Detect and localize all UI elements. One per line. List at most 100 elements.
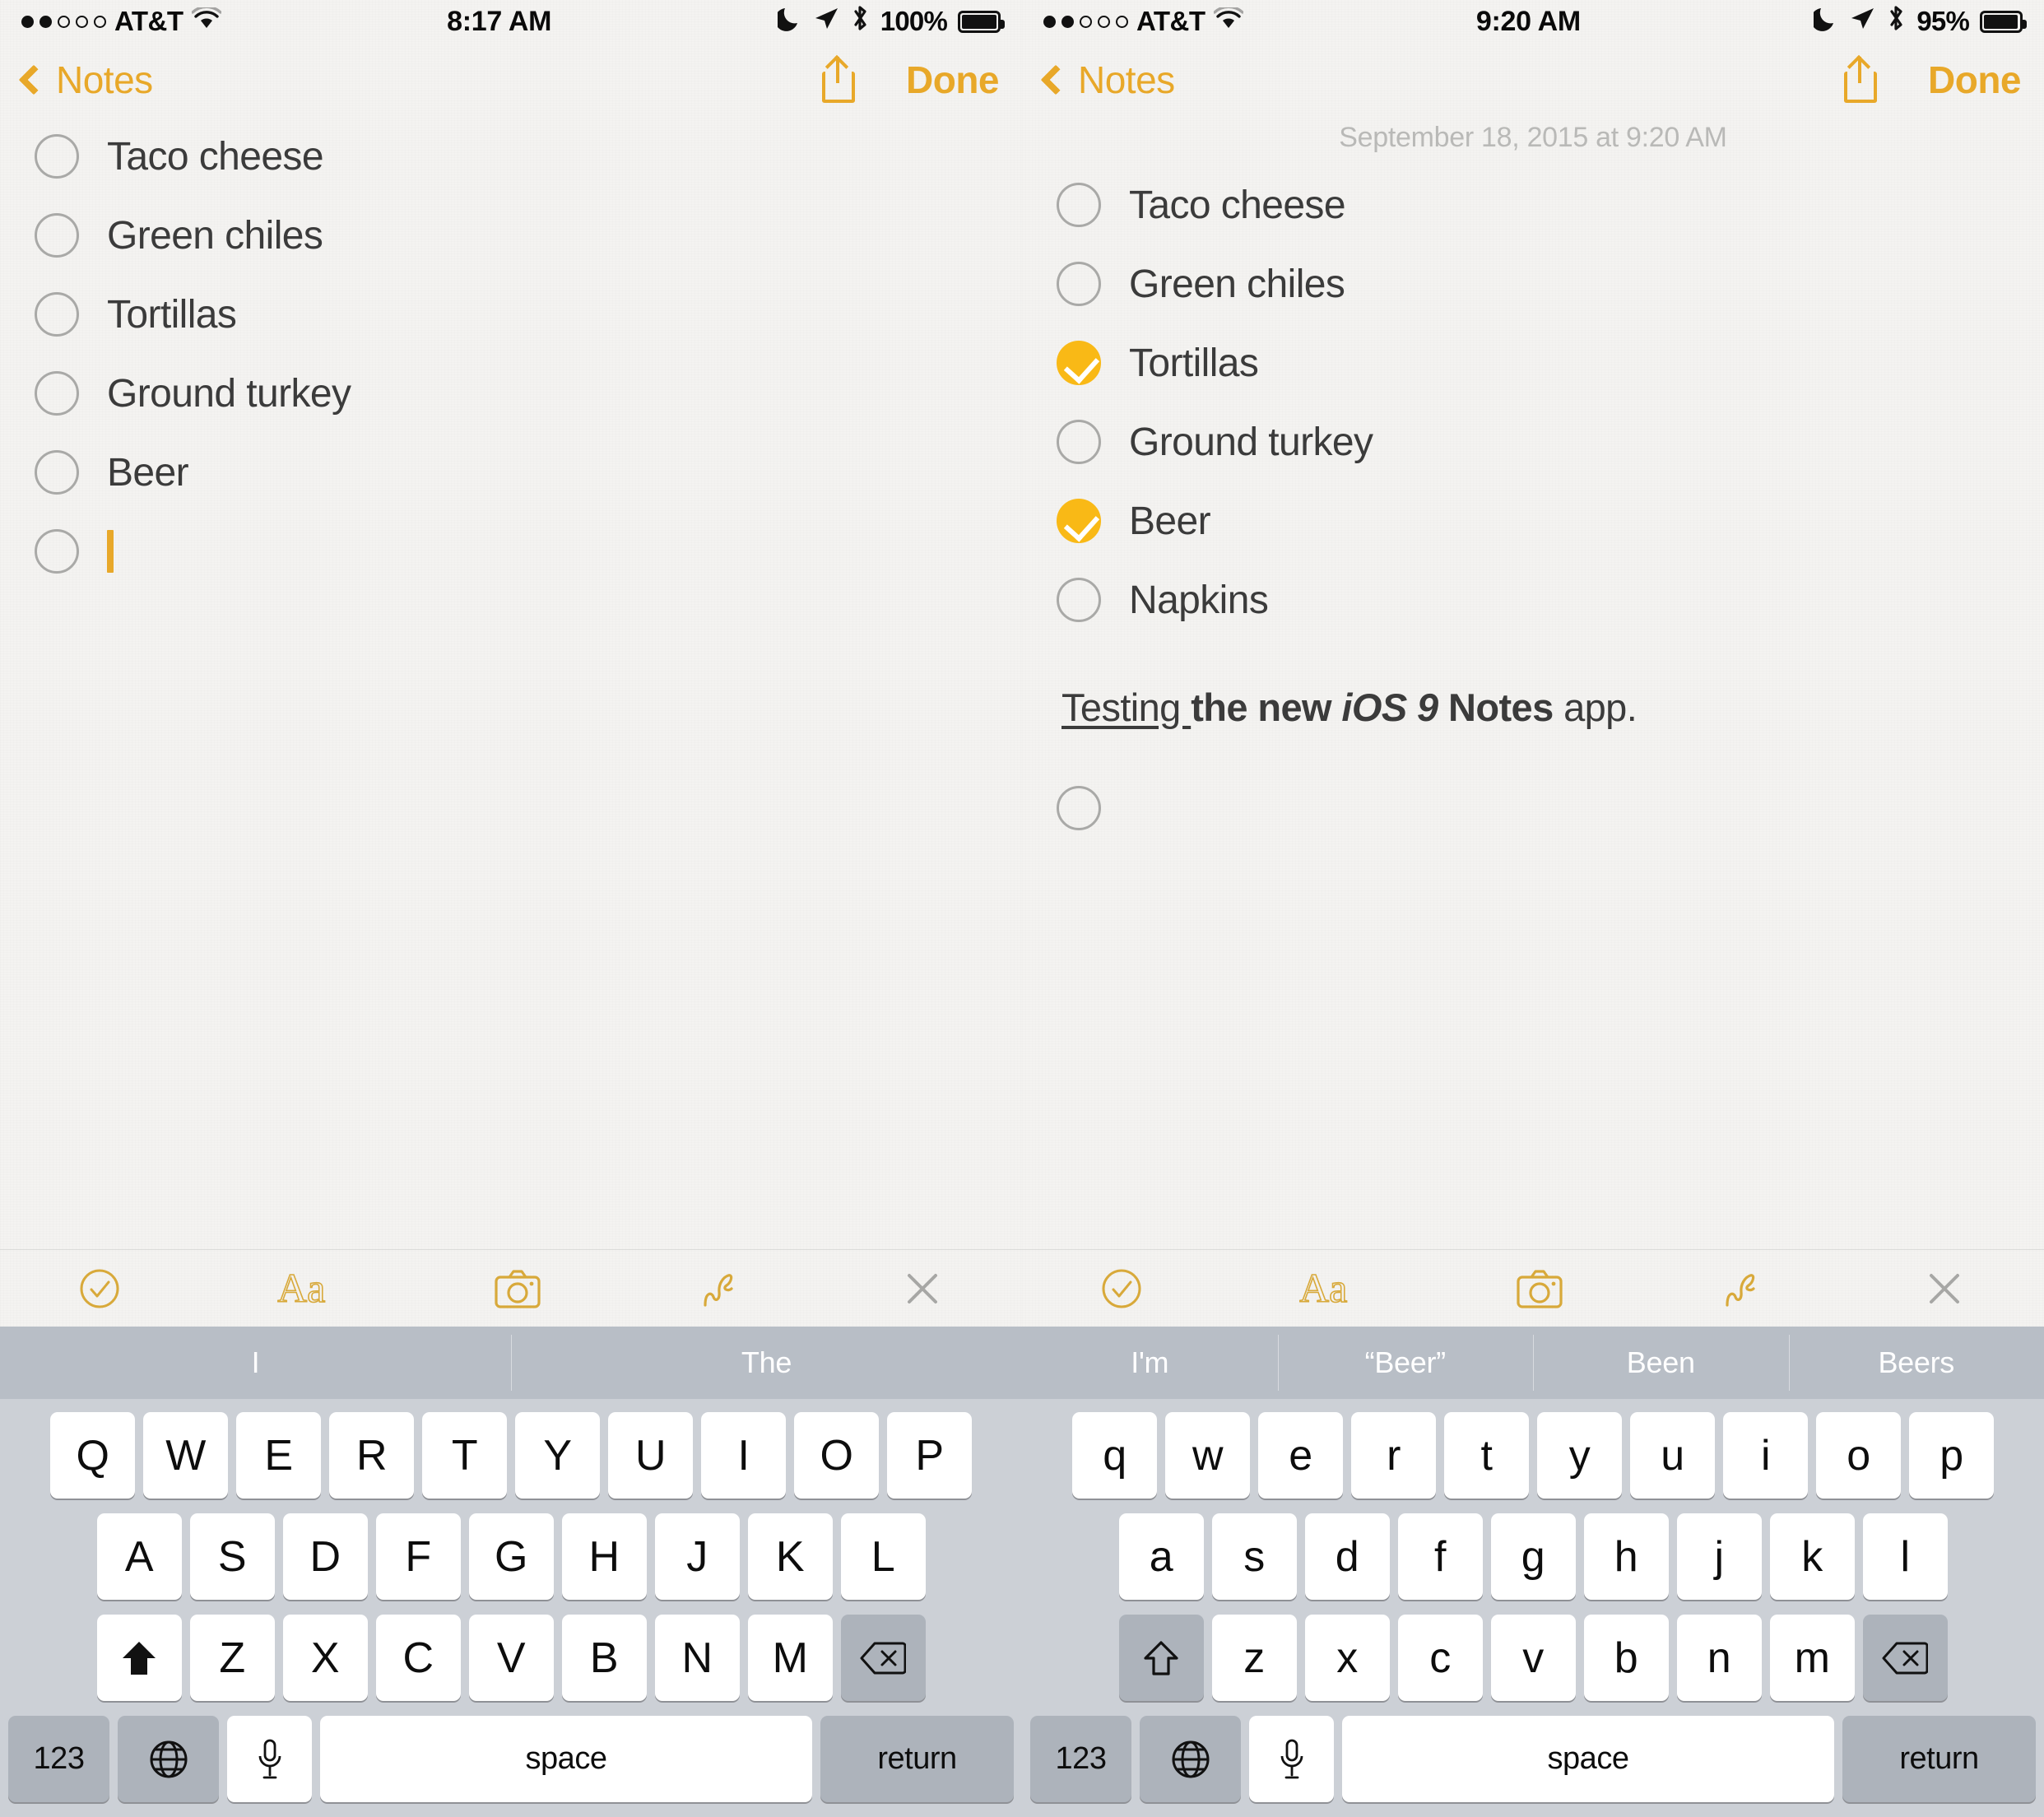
space-key[interactable]: space xyxy=(1342,1716,1834,1802)
key-q[interactable]: q xyxy=(1072,1412,1157,1499)
key-u[interactable]: u xyxy=(1630,1412,1715,1499)
checkbox[interactable] xyxy=(1057,420,1101,464)
key-s[interactable]: S xyxy=(189,1513,275,1600)
checkbox[interactable] xyxy=(35,292,79,337)
checkbox-checked[interactable] xyxy=(1057,499,1101,543)
key-y[interactable]: Y xyxy=(515,1412,600,1499)
back-to-notes-button[interactable]: Notes xyxy=(18,58,153,102)
close-icon[interactable] xyxy=(1923,1267,1966,1310)
key-i[interactable]: i xyxy=(1723,1412,1808,1499)
done-button[interactable]: Done xyxy=(1928,58,2022,102)
checklist-item[interactable]: Beer xyxy=(35,433,987,512)
checklist-item[interactable]: Ground turkey xyxy=(1057,402,2009,481)
shift-key[interactable] xyxy=(1118,1615,1204,1701)
suggestion-item[interactable]: I xyxy=(0,1327,511,1399)
key-h[interactable]: h xyxy=(1583,1513,1669,1600)
key-p[interactable]: p xyxy=(1909,1412,1994,1499)
checklist-item[interactable]: Tortillas xyxy=(1057,323,2009,402)
key-f[interactable]: F xyxy=(375,1513,461,1600)
key-c[interactable]: c xyxy=(1397,1615,1483,1701)
backspace-key[interactable] xyxy=(1862,1615,1948,1701)
shift-key[interactable] xyxy=(96,1615,182,1701)
trailing-checklist-item[interactable] xyxy=(1057,769,2009,848)
key-b[interactable]: b xyxy=(1583,1615,1669,1701)
suggestion-item[interactable]: Beers xyxy=(1788,1327,2044,1399)
key-w[interactable]: w xyxy=(1165,1412,1250,1499)
key-v[interactable]: v xyxy=(1490,1615,1576,1701)
suggestion-item[interactable]: “Beer” xyxy=(1277,1327,1534,1399)
sketch-icon[interactable] xyxy=(699,1267,745,1310)
key-l[interactable]: l xyxy=(1862,1513,1948,1600)
key-e[interactable]: e xyxy=(1258,1412,1343,1499)
checkbox[interactable] xyxy=(35,450,79,495)
note-body[interactable]: September 18, 2015 at 9:20 AM Taco chees… xyxy=(1022,117,2044,1249)
key-m[interactable]: M xyxy=(747,1615,833,1701)
key-o[interactable]: o xyxy=(1816,1412,1901,1499)
key-h[interactable]: H xyxy=(561,1513,647,1600)
checklist-item[interactable]: Beer xyxy=(1057,481,2009,560)
key-j[interactable]: J xyxy=(654,1513,740,1600)
sketch-icon[interactable] xyxy=(1721,1267,1767,1310)
checklist-item[interactable]: Taco cheese xyxy=(1057,165,2009,244)
key-o[interactable]: O xyxy=(794,1412,879,1499)
checklist-item[interactable]: Taco cheese xyxy=(35,117,987,196)
key-n[interactable]: n xyxy=(1676,1615,1762,1701)
numbers-key[interactable]: 123 xyxy=(1030,1716,1131,1802)
key-u[interactable]: U xyxy=(608,1412,693,1499)
key-i[interactable]: I xyxy=(701,1412,786,1499)
key-g[interactable]: g xyxy=(1490,1513,1576,1600)
key-k[interactable]: k xyxy=(1769,1513,1855,1600)
globe-key[interactable] xyxy=(118,1716,219,1802)
checkbox[interactable] xyxy=(1057,262,1101,306)
key-j[interactable]: j xyxy=(1676,1513,1762,1600)
key-m[interactable]: m xyxy=(1769,1615,1855,1701)
share-icon[interactable] xyxy=(1842,54,1879,103)
suggestion-item[interactable]: I'm xyxy=(1022,1327,1278,1399)
key-p[interactable]: P xyxy=(887,1412,972,1499)
suggestion-item[interactable]: The xyxy=(511,1327,1022,1399)
suggestion-item[interactable]: Been xyxy=(1533,1327,1789,1399)
key-x[interactable]: X xyxy=(282,1615,368,1701)
close-icon[interactable] xyxy=(901,1267,944,1310)
globe-key[interactable] xyxy=(1140,1716,1241,1802)
checklist-item[interactable]: Tortillas xyxy=(35,275,987,354)
checklist-item[interactable]: Ground turkey xyxy=(35,354,987,433)
back-to-notes-button[interactable]: Notes xyxy=(1040,58,1175,102)
key-n[interactable]: N xyxy=(654,1615,740,1701)
key-e[interactable]: E xyxy=(236,1412,321,1499)
key-q[interactable]: Q xyxy=(50,1412,135,1499)
key-g[interactable]: G xyxy=(468,1513,554,1600)
key-s[interactable]: s xyxy=(1211,1513,1297,1600)
key-l[interactable]: L xyxy=(840,1513,926,1600)
text-format-icon[interactable]: Aa xyxy=(277,1267,337,1310)
checklist-icon[interactable] xyxy=(78,1267,121,1310)
checklist-item[interactable]: Napkins xyxy=(1057,560,2009,639)
key-r[interactable]: R xyxy=(329,1412,414,1499)
camera-icon[interactable] xyxy=(493,1267,542,1310)
key-v[interactable]: V xyxy=(468,1615,554,1701)
return-key[interactable]: return xyxy=(1842,1716,2036,1802)
return-key[interactable]: return xyxy=(820,1716,1014,1802)
checklist-icon[interactable] xyxy=(1100,1267,1143,1310)
key-f[interactable]: f xyxy=(1397,1513,1483,1600)
key-a[interactable]: A xyxy=(96,1513,182,1600)
checkbox[interactable] xyxy=(35,213,79,258)
backspace-key[interactable] xyxy=(840,1615,926,1701)
checkbox[interactable] xyxy=(35,134,79,179)
text-format-icon[interactable]: Aa xyxy=(1299,1267,1359,1310)
checkbox[interactable] xyxy=(1057,183,1101,227)
dictation-key[interactable] xyxy=(227,1716,312,1802)
checkbox[interactable] xyxy=(35,371,79,416)
key-t[interactable]: t xyxy=(1444,1412,1529,1499)
space-key[interactable]: space xyxy=(320,1716,812,1802)
checkbox-checked[interactable] xyxy=(1057,341,1101,385)
checklist-item[interactable]: Green chiles xyxy=(35,196,987,275)
checklist-item-active[interactable] xyxy=(35,512,987,591)
key-b[interactable]: B xyxy=(561,1615,647,1701)
key-a[interactable]: a xyxy=(1118,1513,1204,1600)
key-z[interactable]: Z xyxy=(189,1615,275,1701)
share-icon[interactable] xyxy=(820,54,857,103)
key-w[interactable]: W xyxy=(143,1412,228,1499)
checkbox[interactable] xyxy=(35,529,79,574)
key-r[interactable]: r xyxy=(1351,1412,1436,1499)
